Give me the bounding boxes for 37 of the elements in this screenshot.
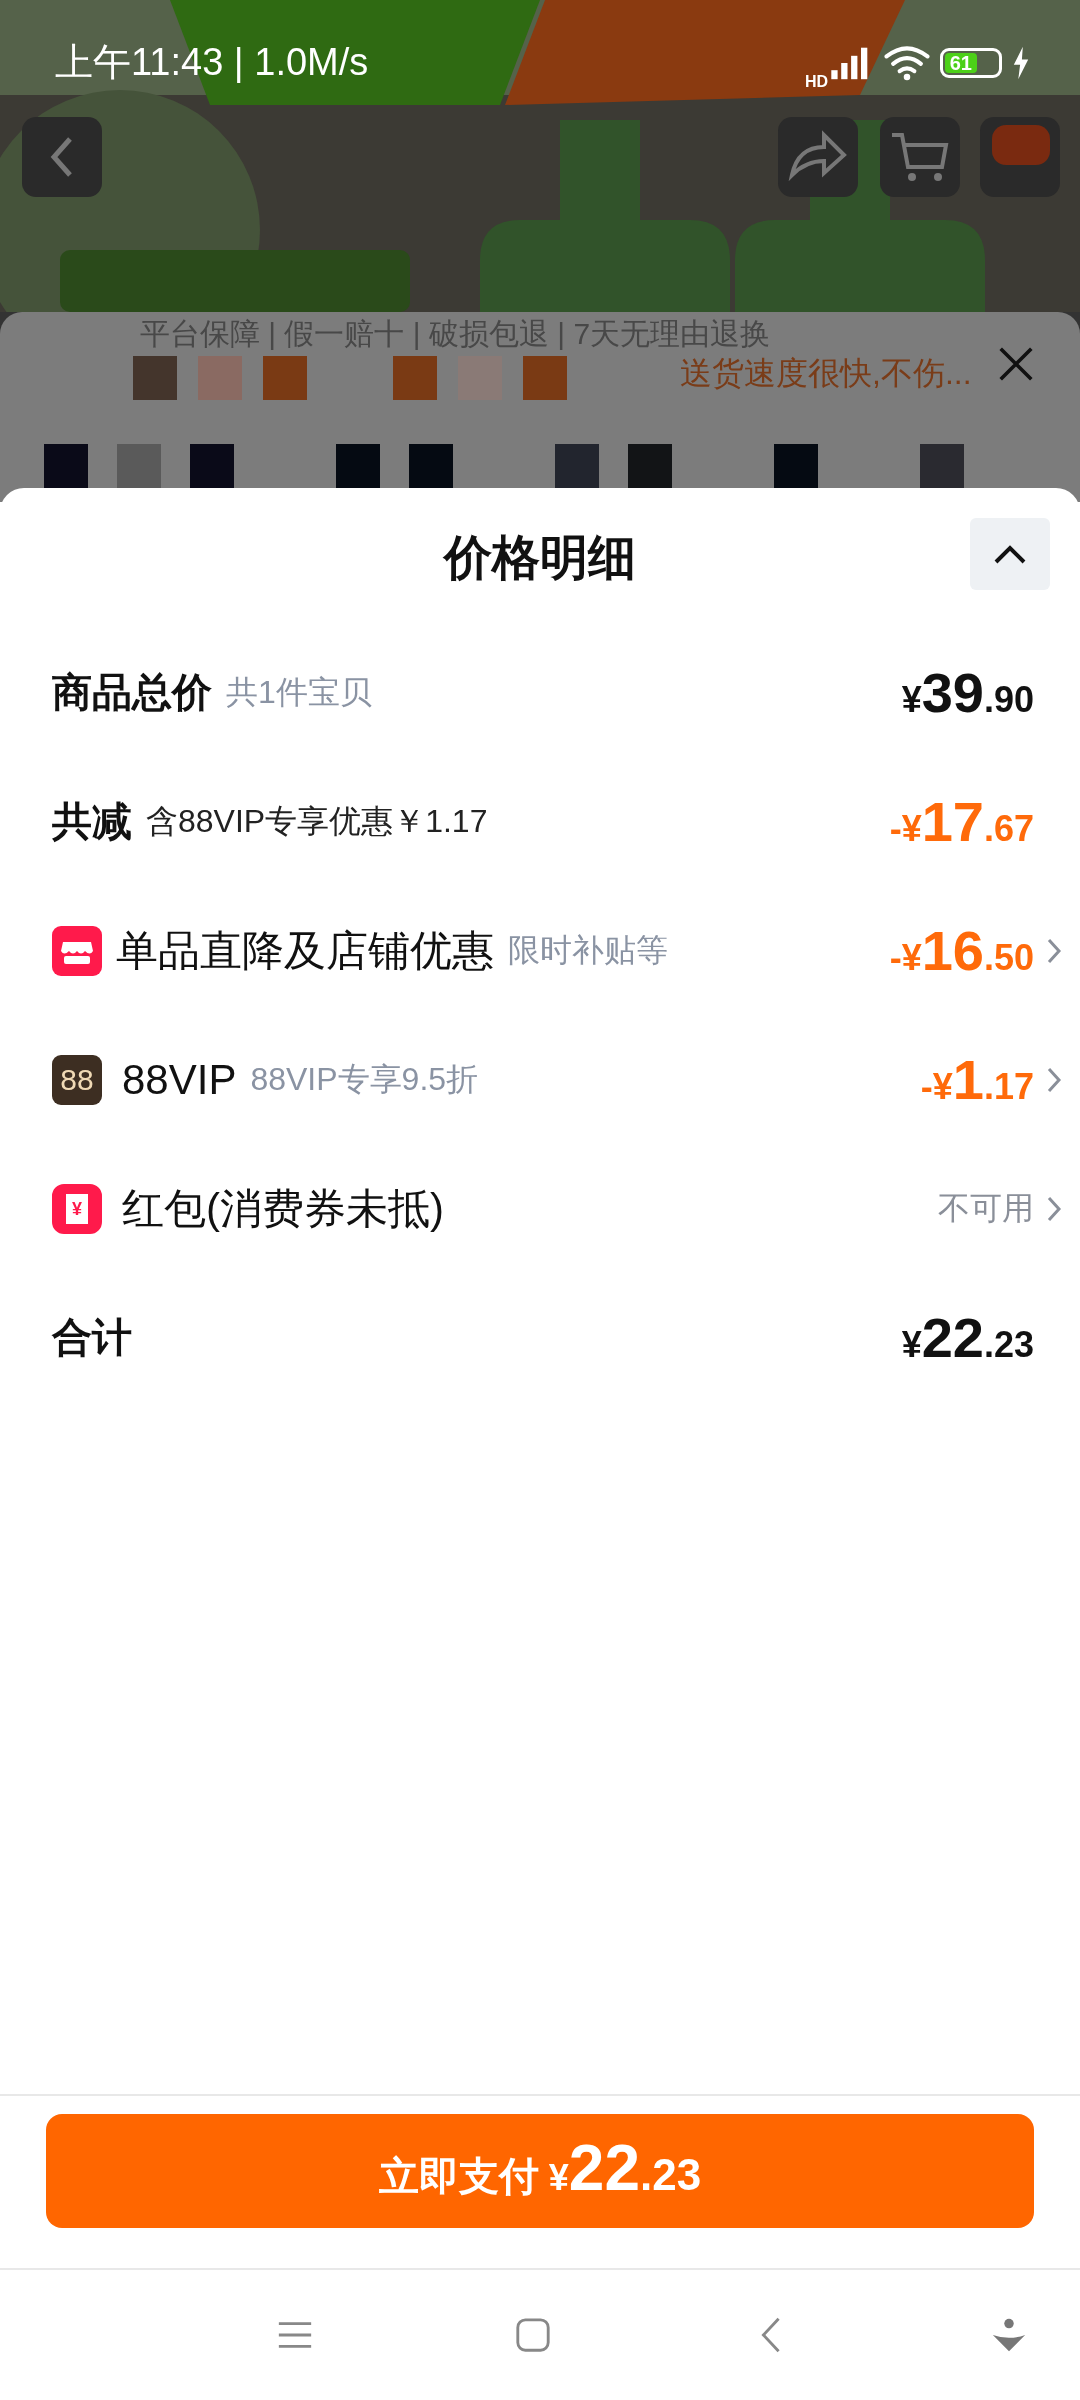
coupon-badge: ¥ bbox=[52, 1183, 102, 1234]
vip-badge: 88 bbox=[52, 1054, 102, 1105]
wifi-icon bbox=[884, 44, 930, 81]
shop-icon bbox=[52, 925, 102, 976]
row-label: 红包(消费券未抵) bbox=[122, 1183, 444, 1234]
cart-button[interactable] bbox=[880, 117, 960, 197]
back-button[interactable] bbox=[22, 117, 102, 197]
row-label: 88VIP bbox=[122, 1055, 237, 1104]
battery-percent: 61 bbox=[945, 52, 977, 73]
price-amount: -¥1.17 bbox=[920, 1047, 1034, 1112]
row-label: 商品总价 bbox=[52, 669, 212, 716]
status-time: 上午11:43 | 1.0M/s bbox=[55, 40, 369, 85]
share-button[interactable] bbox=[778, 117, 858, 197]
row-note: 限时补贴等 bbox=[508, 930, 668, 970]
review-text: 送货速度很快,不伤... bbox=[680, 354, 972, 393]
row-label: 共减 bbox=[52, 798, 132, 845]
pay-button[interactable]: 立即支付 ¥22.23 bbox=[46, 2114, 1034, 2228]
row-note: 88VIP专享9.5折 bbox=[250, 1059, 479, 1099]
home-icon[interactable] bbox=[514, 2316, 552, 2354]
chevron-icon[interactable] bbox=[1046, 936, 1062, 965]
chevron-icon[interactable] bbox=[1046, 1065, 1062, 1094]
charging-icon bbox=[1012, 46, 1030, 79]
person-icon[interactable] bbox=[990, 2316, 1028, 2354]
price-amount: -¥17.67 bbox=[889, 789, 1034, 854]
price-amount: ¥22.23 bbox=[901, 1305, 1034, 1370]
row-note: 含88VIP专享优惠￥1.17 bbox=[146, 801, 488, 841]
row-note: 共1件宝贝 bbox=[226, 672, 372, 712]
row-label: 合计 bbox=[52, 1314, 132, 1361]
chevron-icon[interactable] bbox=[1046, 1194, 1062, 1223]
network-label: HD bbox=[804, 72, 828, 91]
sheet-title: 价格明细 bbox=[444, 530, 636, 586]
price-amount: ¥39.90 bbox=[901, 660, 1034, 725]
status-text: 不可用 bbox=[938, 1188, 1034, 1228]
row-label: 单品直降及店铺优惠 bbox=[116, 925, 494, 976]
close-icon[interactable] bbox=[998, 346, 1034, 382]
collapse-button[interactable] bbox=[970, 518, 1050, 590]
price-amount: -¥16.50 bbox=[889, 918, 1034, 983]
